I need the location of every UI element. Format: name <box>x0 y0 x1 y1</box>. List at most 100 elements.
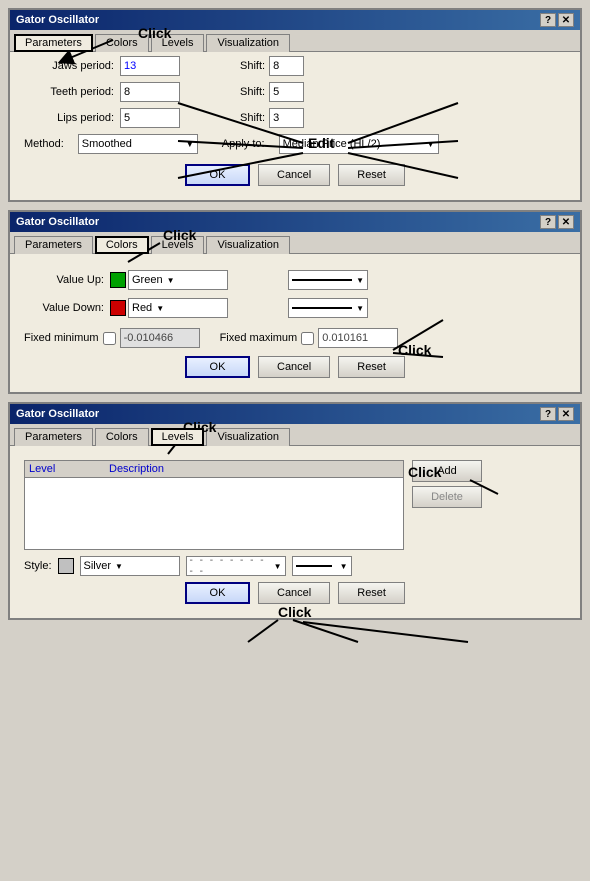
close-button-2[interactable]: ✕ <box>558 215 574 229</box>
style-width-line-icon <box>296 565 332 567</box>
value-down-dropdown[interactable]: Red ▼ <box>128 298 228 318</box>
method-arrow-icon: ▼ <box>186 140 194 149</box>
help-button-3[interactable]: ? <box>540 407 556 421</box>
title-bar-buttons-2: ? ✕ <box>540 215 574 229</box>
teeth-row: Teeth period: Shift: <box>24 82 566 102</box>
tab-visualization-1[interactable]: Visualization <box>206 34 290 52</box>
value-up-row: Value Up: Green ▼ ▼ <box>24 270 566 290</box>
value-up-line-dropdown[interactable]: ▼ <box>288 270 368 290</box>
lips-input[interactable] <box>120 108 180 128</box>
cancel-button-2[interactable]: Cancel <box>258 356 330 378</box>
apply-label: Apply to: <box>222 138 265 150</box>
green-swatch <box>110 272 126 288</box>
teeth-input[interactable] <box>120 82 180 102</box>
button-row-2: OK Cancel Reset <box>24 356 566 382</box>
dialog-2: Gator Oscillator ? ✕ Parameters Colors L… <box>8 210 582 394</box>
value-up-dropdown[interactable]: Green ▼ <box>128 270 228 290</box>
button-row-3: OK Cancel Reset <box>24 582 566 608</box>
tab-bar-2: Parameters Colors Levels Visualization <box>10 232 580 254</box>
levels-col-level: Level <box>29 463 109 475</box>
tab-levels-3[interactable]: Levels <box>151 428 205 446</box>
jaws-shift-input[interactable] <box>269 56 304 76</box>
value-up-line-arrow-icon: ▼ <box>356 276 364 285</box>
levels-table[interactable]: Level Description <box>24 460 404 550</box>
style-width-dropdown[interactable]: ▼ <box>292 556 352 576</box>
reset-button-2[interactable]: Reset <box>338 356 405 378</box>
style-dash-arrow-icon: ▼ <box>274 562 282 571</box>
jaws-input[interactable] <box>120 56 180 76</box>
method-value: Smoothed <box>82 138 132 150</box>
reset-button-1[interactable]: Reset <box>338 164 405 186</box>
button-row-1: OK Cancel Reset <box>24 164 566 190</box>
help-button-1[interactable]: ? <box>540 13 556 27</box>
ok-button-1[interactable]: OK <box>185 164 250 186</box>
add-button[interactable]: Add <box>412 460 482 482</box>
cancel-button-3[interactable]: Cancel <box>258 582 330 604</box>
style-width-arrow-icon: ▼ <box>340 562 348 571</box>
style-color-dropdown[interactable]: Silver ▼ <box>80 556 180 576</box>
close-button-3[interactable]: ✕ <box>558 407 574 421</box>
jaws-label: Jaws period: <box>24 60 114 72</box>
style-dash-value: - - - - - - - - - - <box>190 555 270 577</box>
cancel-button-1[interactable]: Cancel <box>258 164 330 186</box>
dialog-body-3: Level Description Add Delete Style: Silv… <box>10 446 580 618</box>
title-bar-3: Gator Oscillator ? ✕ <box>10 404 580 424</box>
teeth-shift-input[interactable] <box>269 82 304 102</box>
teeth-shift-label: Shift: <box>240 86 265 98</box>
levels-col-desc: Description <box>109 463 399 475</box>
delete-button[interactable]: Delete <box>412 486 482 508</box>
value-up-color: Green <box>132 274 163 286</box>
style-row: Style: Silver ▼ - - - - - - - - - - ▼ ▼ <box>24 556 566 576</box>
tab-parameters-2[interactable]: Parameters <box>14 236 93 254</box>
method-dropdown[interactable]: Smoothed ▼ <box>78 134 198 154</box>
tab-visualization-3[interactable]: Visualization <box>206 428 290 446</box>
ok-button-2[interactable]: OK <box>185 356 250 378</box>
tab-bar-1: Parameters Colors Levels Visualization <box>10 30 580 52</box>
tab-colors-2[interactable]: Colors <box>95 236 149 254</box>
red-swatch <box>110 300 126 316</box>
tab-levels-2[interactable]: Levels <box>151 236 205 254</box>
jaws-shift-label: Shift: <box>240 60 265 72</box>
tab-colors-1[interactable]: Colors <box>95 34 149 52</box>
title-bar-buttons-1: ? ✕ <box>540 13 574 27</box>
gator-oscillator-dialog-2: Gator Oscillator ? ✕ Parameters Colors L… <box>8 210 582 394</box>
tab-colors-3[interactable]: Colors <box>95 428 149 446</box>
close-button-1[interactable]: ✕ <box>558 13 574 27</box>
fixed-min-input[interactable] <box>120 328 200 348</box>
apply-value: Median Price (HL/2) <box>283 138 381 150</box>
levels-side-buttons: Add Delete <box>412 460 482 550</box>
fixed-max-input[interactable] <box>318 328 398 348</box>
value-down-line-dropdown[interactable]: ▼ <box>288 298 368 318</box>
tab-parameters-1[interactable]: Parameters <box>14 34 93 52</box>
levels-table-container: Level Description <box>24 460 404 550</box>
ok-button-3[interactable]: OK <box>185 582 250 604</box>
reset-button-3[interactable]: Reset <box>338 582 405 604</box>
fixed-max-label: Fixed maximum <box>220 332 298 344</box>
lips-row: Lips period: Shift: <box>24 108 566 128</box>
dialog-title-3: Gator Oscillator <box>16 408 99 420</box>
apply-dropdown[interactable]: Median Price (HL/2) ▼ <box>279 134 439 154</box>
dialog-title-2: Gator Oscillator <box>16 216 99 228</box>
help-button-2[interactable]: ? <box>540 215 556 229</box>
tab-parameters-3[interactable]: Parameters <box>14 428 93 446</box>
tab-levels-1[interactable]: Levels <box>151 34 205 52</box>
apply-arrow-icon: ▼ <box>427 140 435 149</box>
tab-visualization-2[interactable]: Visualization <box>206 236 290 254</box>
tab-bar-3: Parameters Colors Levels Visualization <box>10 424 580 446</box>
gator-oscillator-dialog-1: Gator Oscillator ? ✕ Parameters Colors L… <box>8 8 582 202</box>
value-down-label: Value Down: <box>24 302 104 314</box>
levels-table-header: Level Description <box>25 461 403 478</box>
gator-oscillator-dialog-3: Gator Oscillator ? ✕ Parameters Colors L… <box>8 402 582 620</box>
style-color-value: Silver <box>84 560 112 572</box>
fixed-row: Fixed minimum Fixed maximum <box>24 328 566 348</box>
lips-shift-input[interactable] <box>269 108 304 128</box>
value-down-line-arrow-icon: ▼ <box>356 304 364 313</box>
style-color-arrow-icon: ▼ <box>115 562 123 571</box>
fixed-min-label: Fixed minimum <box>24 332 99 344</box>
title-bar-1: Gator Oscillator ? ✕ <box>10 10 580 30</box>
method-row: Method: Smoothed ▼ Apply to: Median Pric… <box>24 134 566 154</box>
style-dash-dropdown[interactable]: - - - - - - - - - - ▼ <box>186 556 286 576</box>
fixed-max-checkbox[interactable] <box>301 332 314 345</box>
jaws-row: Jaws period: Shift: <box>24 56 566 76</box>
fixed-min-checkbox[interactable] <box>103 332 116 345</box>
